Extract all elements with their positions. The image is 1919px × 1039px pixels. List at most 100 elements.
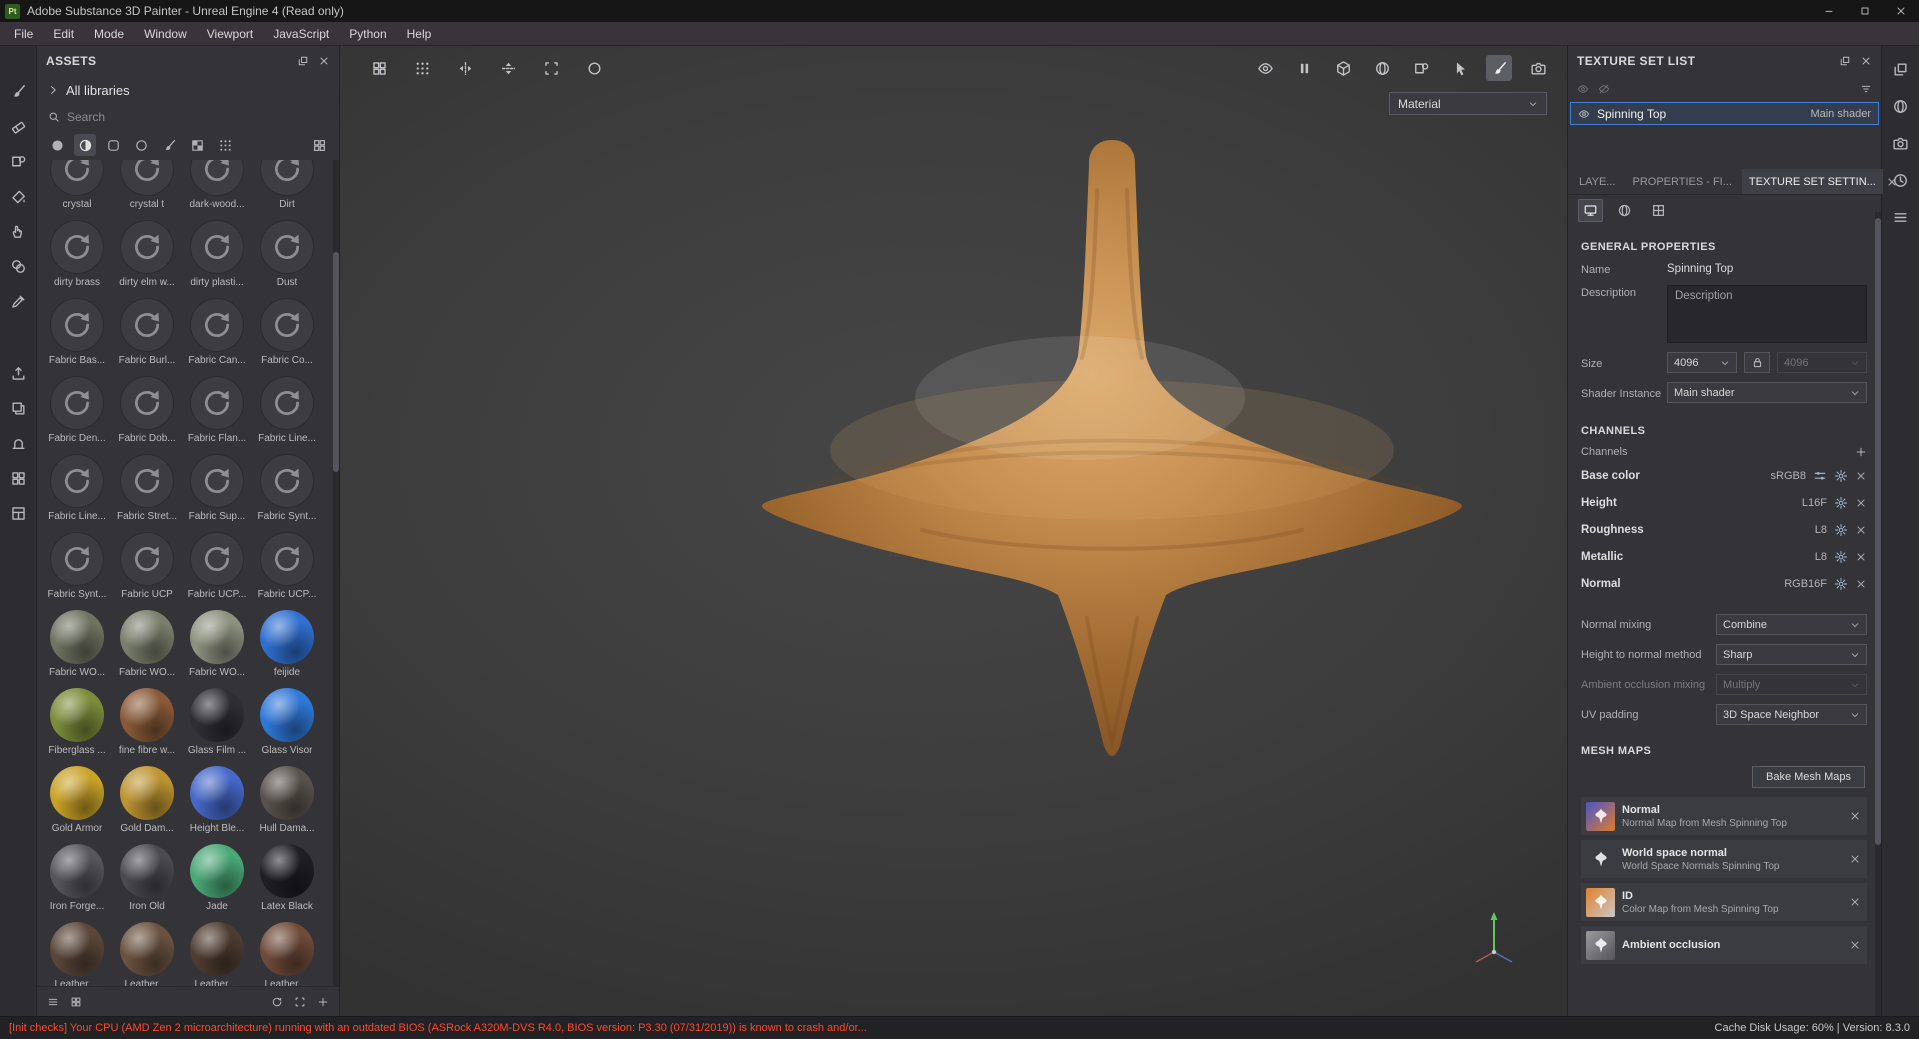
asset-item[interactable]: Fabric Line... (44, 454, 110, 522)
pause-engine-icon[interactable] (1291, 55, 1317, 81)
symmetry-x-icon[interactable] (452, 55, 478, 81)
large-thumbnails-icon[interactable] (70, 996, 82, 1008)
mesh-map-card[interactable]: World space normal World Space Normals Sp… (1581, 840, 1867, 878)
tab-texture-set-settin-[interactable]: TEXTURE SET SETTIN... (1741, 169, 1883, 194)
mesh-map-remove-icon[interactable] (1849, 853, 1861, 865)
asset-item[interactable]: Iron Forge... (44, 844, 110, 912)
asset-item[interactable]: feijide (254, 610, 320, 678)
resources-icon[interactable] (5, 395, 31, 421)
panel-scrollbar[interactable] (1875, 212, 1881, 1016)
asset-item[interactable]: Fabric Dob... (114, 376, 180, 444)
geometry-mode-icon[interactable] (1330, 55, 1356, 81)
crop-frame-icon[interactable] (538, 55, 564, 81)
library-selector[interactable]: All libraries (37, 76, 339, 104)
menu-file[interactable]: File (4, 27, 43, 41)
search-input[interactable] (67, 110, 328, 124)
menu-viewport[interactable]: Viewport (197, 27, 263, 41)
normal-mixing-select[interactable]: Combine (1716, 614, 1867, 635)
channel-remove-icon[interactable] (1855, 524, 1867, 536)
asset-item[interactable]: dirty plasti... (184, 220, 250, 288)
polygon-fill-tool-icon[interactable] (5, 183, 31, 209)
mesh-map-remove-icon[interactable] (1849, 896, 1861, 908)
channel-settings-icon[interactable] (1834, 523, 1848, 537)
filters-filter-icon[interactable] (130, 134, 152, 156)
tab-laye-[interactable]: LAYE... (1572, 169, 1622, 194)
asset-item[interactable]: Fabric Can... (184, 298, 250, 366)
channel-remove-icon[interactable] (1855, 470, 1867, 482)
environment-settings-icon[interactable] (1888, 93, 1914, 119)
undock-panel-icon[interactable] (1839, 55, 1851, 67)
channel-remove-icon[interactable] (1855, 551, 1867, 563)
asset-item[interactable]: Leather ... (184, 922, 250, 986)
log-icon[interactable] (1888, 204, 1914, 230)
asset-item[interactable]: Glass Visor (254, 688, 320, 756)
close-button[interactable] (1883, 0, 1919, 22)
material-picker-tool-icon[interactable] (5, 288, 31, 314)
menu-mode[interactable]: Mode (84, 27, 134, 41)
asset-item[interactable]: Dust (254, 220, 320, 288)
asset-item[interactable]: Fabric Synt... (254, 454, 320, 522)
asset-item[interactable]: Leather ... (114, 922, 180, 986)
asset-item[interactable]: Jade (184, 844, 250, 912)
mesh-map-card[interactable]: Normal Normal Map from Mesh Spinning Top (1581, 797, 1867, 835)
dock-toggle-icon[interactable] (1888, 56, 1914, 82)
settings-uv-icon[interactable] (1646, 199, 1671, 222)
asset-item[interactable]: Hull Dama... (254, 766, 320, 834)
asset-item[interactable]: Fabric Den... (44, 376, 110, 444)
asset-item[interactable]: dirty brass (44, 220, 110, 288)
asset-item[interactable]: Fabric Bas... (44, 298, 110, 366)
asset-item[interactable]: Gold Dam... (114, 766, 180, 834)
close-panel-icon[interactable] (1860, 55, 1872, 67)
asset-item[interactable]: Gold Armor (44, 766, 110, 834)
baking-icon[interactable] (5, 430, 31, 456)
size-lock-button[interactable] (1744, 352, 1770, 373)
perspective-toggle-icon[interactable] (1252, 55, 1278, 81)
tile-offset-icon[interactable] (409, 55, 435, 81)
settings-platform-icon[interactable] (1578, 199, 1603, 222)
size-select[interactable]: 4096 (1667, 352, 1737, 373)
asset-item[interactable]: crystal t (114, 160, 180, 210)
mesh-map-card[interactable]: ID Color Map from Mesh Spinning Top (1581, 883, 1867, 921)
panel-scrollbar-thumb[interactable] (1875, 218, 1881, 846)
texture-sets-icon[interactable] (5, 465, 31, 491)
asset-item[interactable]: Leather ... (44, 922, 110, 986)
tab-properties-fi-[interactable]: PROPERTIES - FI... (1625, 169, 1738, 194)
asset-item[interactable]: Fabric UCP... (254, 532, 320, 600)
height-to-normal-method-select[interactable]: Sharp (1716, 644, 1867, 665)
bake-mesh-maps-button[interactable]: Bake Mesh Maps (1752, 766, 1865, 788)
channel-settings-icon[interactable] (1834, 577, 1848, 591)
assets-scrollbar-thumb[interactable] (333, 252, 339, 472)
clone-tool-icon[interactable] (5, 253, 31, 279)
textures-filter-icon[interactable] (186, 134, 208, 156)
brushes-filter-icon[interactable] (158, 134, 180, 156)
add-channel-icon[interactable] (1855, 446, 1867, 458)
export-icon[interactable] (5, 360, 31, 386)
asset-item[interactable]: Height Ble... (184, 766, 250, 834)
channel-settings-icon[interactable] (1834, 469, 1848, 483)
menu-python[interactable]: Python (339, 27, 396, 41)
undock-panel-icon[interactable] (297, 55, 309, 67)
mesh-map-card[interactable]: Ambient occlusion (1581, 926, 1867, 964)
channel-settings-icon[interactable] (1834, 550, 1848, 564)
close-tab-icon[interactable] (1886, 176, 1898, 188)
maximize-button[interactable] (1847, 0, 1883, 22)
asset-item[interactable]: dark-wood... (184, 160, 250, 210)
menu-edit[interactable]: Edit (43, 27, 84, 41)
tiles-icon[interactable] (366, 55, 392, 81)
uv-padding-select[interactable]: 3D Space Neighbor (1716, 704, 1867, 725)
asset-item[interactable]: Fabric UCP (114, 532, 180, 600)
asset-item[interactable]: Dirt (254, 160, 320, 210)
filter-icon[interactable] (1860, 83, 1872, 95)
camera-settings-icon[interactable] (1888, 130, 1914, 156)
asset-item[interactable]: Fabric Synt... (44, 532, 110, 600)
asset-item[interactable]: Fiberglass ... (44, 688, 110, 756)
asset-item[interactable]: Latex Black (254, 844, 320, 912)
asset-item[interactable]: Glass Film ... (184, 688, 250, 756)
minimize-button[interactable] (1811, 0, 1847, 22)
shader-instance-select[interactable]: Main shader (1667, 382, 1867, 403)
small-thumbnails-icon[interactable] (47, 996, 59, 1008)
asset-item[interactable]: fine fibre w... (114, 688, 180, 756)
projection-tool-icon[interactable] (5, 148, 31, 174)
refresh-shelf-icon[interactable] (271, 996, 283, 1008)
channel-settings-icon[interactable] (1834, 496, 1848, 510)
